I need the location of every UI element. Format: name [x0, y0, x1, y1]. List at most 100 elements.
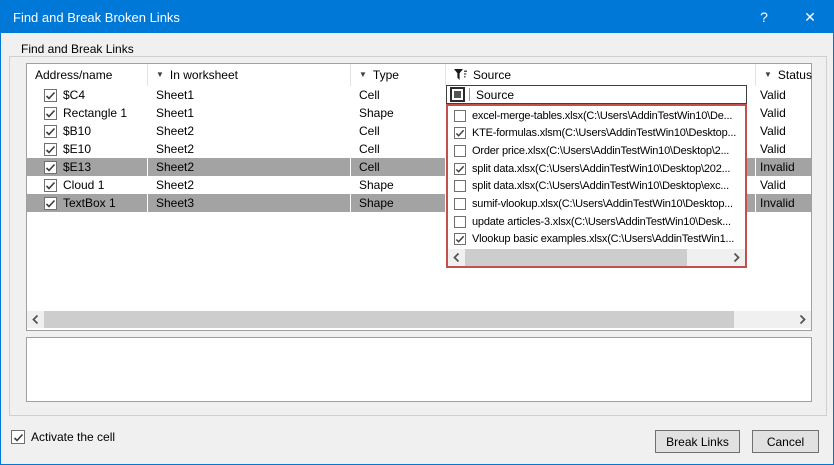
type-value: Cell [359, 160, 380, 174]
address-cell: $B10 [27, 122, 147, 140]
scroll-right-icon[interactable] [728, 249, 745, 266]
type-value: Cell [359, 88, 380, 102]
select-all-checkbox[interactable] [450, 87, 465, 102]
worksheet-cell: Sheet1 [147, 86, 350, 104]
dialog-title: Find and Break Broken Links [13, 9, 180, 25]
filter-item-checkbox[interactable] [454, 180, 466, 193]
source-filter-dropdown: excel-merge-tables.xlsx(C:\Users\AddinTe… [446, 104, 747, 268]
column-header-status[interactable]: ▼ Status [755, 64, 812, 86]
address-cell: $E10 [27, 140, 147, 158]
activate-cell-label: Activate the cell [31, 430, 116, 444]
scroll-right-icon[interactable] [794, 311, 811, 328]
filter-list-item[interactable]: update articles-3.xlsx(C:\Users\AddinTes… [448, 213, 745, 231]
filter-list-item[interactable]: split data.xlsx(C:\Users\AddinTestWin10\… [448, 178, 745, 196]
worksheet-cell: Sheet2 [147, 140, 350, 158]
worksheet-name: Sheet2 [156, 160, 195, 174]
column-label: Status [777, 68, 812, 82]
title-bar: Find and Break Broken Links ? ✕ [1, 1, 833, 33]
row-checkbox[interactable] [44, 106, 57, 120]
address-cell: TextBox 1 [27, 194, 147, 212]
column-header-address[interactable]: Address/name [27, 64, 147, 86]
row-checkbox[interactable] [44, 88, 57, 102]
address-name: Rectangle 1 [63, 106, 128, 120]
filter-item-checkbox[interactable] [454, 109, 466, 122]
filter-item-checkbox[interactable] [454, 162, 466, 175]
column-header-worksheet[interactable]: ▼ In worksheet [147, 64, 350, 86]
worksheet-cell: Sheet1 [147, 104, 350, 122]
filter-item-label: Order price.xlsx(C:\Users\AddinTestWin10… [472, 145, 730, 158]
status-value: Valid [760, 178, 786, 192]
filter-item-label: split data.xlsx(C:\Users\AddinTestWin10\… [472, 180, 729, 193]
type-cell: Cell [350, 140, 445, 158]
type-cell: Cell [350, 86, 445, 104]
filter-item-checkbox[interactable] [454, 233, 466, 246]
scrollbar-thumb[interactable] [44, 311, 734, 328]
worksheet-name: Sheet2 [156, 124, 195, 138]
worksheet-name: Sheet1 [156, 106, 195, 120]
close-button[interactable]: ✕ [787, 1, 833, 33]
worksheet-name: Sheet1 [156, 88, 195, 102]
address-cell: Rectangle 1 [27, 104, 147, 122]
source-filter-header[interactable]: Source [446, 85, 747, 104]
sort-down-icon: ▼ [359, 70, 367, 79]
filter-list-item[interactable]: KTE-formulas.xlsm(C:\Users\AddinTestWin1… [448, 125, 745, 143]
worksheet-name: Sheet2 [156, 178, 195, 192]
address-name: $B10 [63, 124, 92, 138]
filter-list-item[interactable]: excel-merge-tables.xlsx(C:\Users\AddinTe… [448, 107, 745, 125]
dropdown-horizontal-scrollbar[interactable] [448, 249, 745, 266]
filter-item-checkbox[interactable] [454, 145, 466, 158]
scroll-left-icon[interactable] [448, 249, 465, 266]
type-cell: Cell [350, 122, 445, 140]
type-value: Cell [359, 142, 380, 156]
break-links-button[interactable]: Break Links [655, 430, 740, 453]
scroll-left-icon[interactable] [27, 311, 44, 328]
activate-cell-option[interactable]: Activate the cell [11, 430, 115, 444]
scrollbar-thumb[interactable] [465, 249, 687, 266]
type-value: Shape [359, 196, 394, 210]
filter-list-item[interactable]: split data.xlsx(C:\Users\AddinTestWin10\… [448, 160, 745, 178]
type-cell: Cell [350, 158, 445, 176]
sort-down-icon: ▼ [764, 70, 772, 79]
worksheet-cell: Sheet2 [147, 176, 350, 194]
titlebar-buttons: ? ✕ [741, 1, 833, 33]
sort-down-icon: ▼ [156, 70, 164, 79]
column-header-type[interactable]: ▼ Type [350, 64, 445, 86]
row-checkbox[interactable] [44, 160, 57, 174]
filter-item-label: update articles-3.xlsx(C:\Users\AddinTes… [472, 215, 731, 228]
status-cell: Invalid [755, 194, 811, 212]
row-checkbox[interactable] [44, 178, 57, 192]
status-cell: Valid [755, 140, 811, 158]
worksheet-name: Sheet2 [156, 142, 195, 156]
cancel-button[interactable]: Cancel [752, 430, 819, 453]
filter-item-checkbox[interactable] [454, 197, 466, 210]
filter-list-item[interactable]: Order price.xlsx(C:\Users\AddinTestWin10… [448, 142, 745, 160]
status-value: Valid [760, 124, 786, 138]
address-cell: $C4 [27, 86, 147, 104]
filter-list-item[interactable]: Vlookup basic examples.xlsx(C:\Users\Add… [448, 230, 745, 248]
address-cell: $E13 [27, 158, 147, 176]
table-horizontal-scrollbar[interactable] [27, 311, 811, 328]
status-cell: Valid [755, 122, 811, 140]
group-box-label: Find and Break Links [17, 42, 138, 56]
type-value: Cell [359, 124, 380, 138]
filter-list-item[interactable]: sumif-vlookup.xlsx(C:\Users\AddinTestWin… [448, 195, 745, 213]
type-value: Shape [359, 178, 394, 192]
help-button[interactable]: ? [741, 1, 787, 33]
filter-item-label: excel-merge-tables.xlsx(C:\Users\AddinTe… [472, 109, 733, 122]
status-cell: Valid [755, 86, 811, 104]
row-checkbox[interactable] [44, 124, 57, 138]
filter-item-checkbox[interactable] [454, 215, 466, 228]
column-header-source[interactable]: Source [445, 64, 755, 86]
filter-item-checkbox[interactable] [454, 127, 466, 140]
row-checkbox[interactable] [44, 142, 57, 156]
status-cell: Valid [755, 176, 811, 194]
status-value: Valid [760, 142, 786, 156]
filter-item-label: Vlookup basic examples.xlsx(C:\Users\Add… [472, 233, 735, 246]
dialog-window: Find and Break Broken Links ? ✕ Find and… [0, 0, 834, 465]
row-checkbox[interactable] [44, 196, 57, 210]
table-header: Address/name ▼ In worksheet ▼ Type Sourc… [27, 64, 812, 86]
filter-items: excel-merge-tables.xlsx(C:\Users\AddinTe… [448, 107, 745, 248]
activate-cell-checkbox[interactable] [11, 430, 25, 444]
worksheet-cell: Sheet2 [147, 122, 350, 140]
address-cell: Cloud 1 [27, 176, 147, 194]
